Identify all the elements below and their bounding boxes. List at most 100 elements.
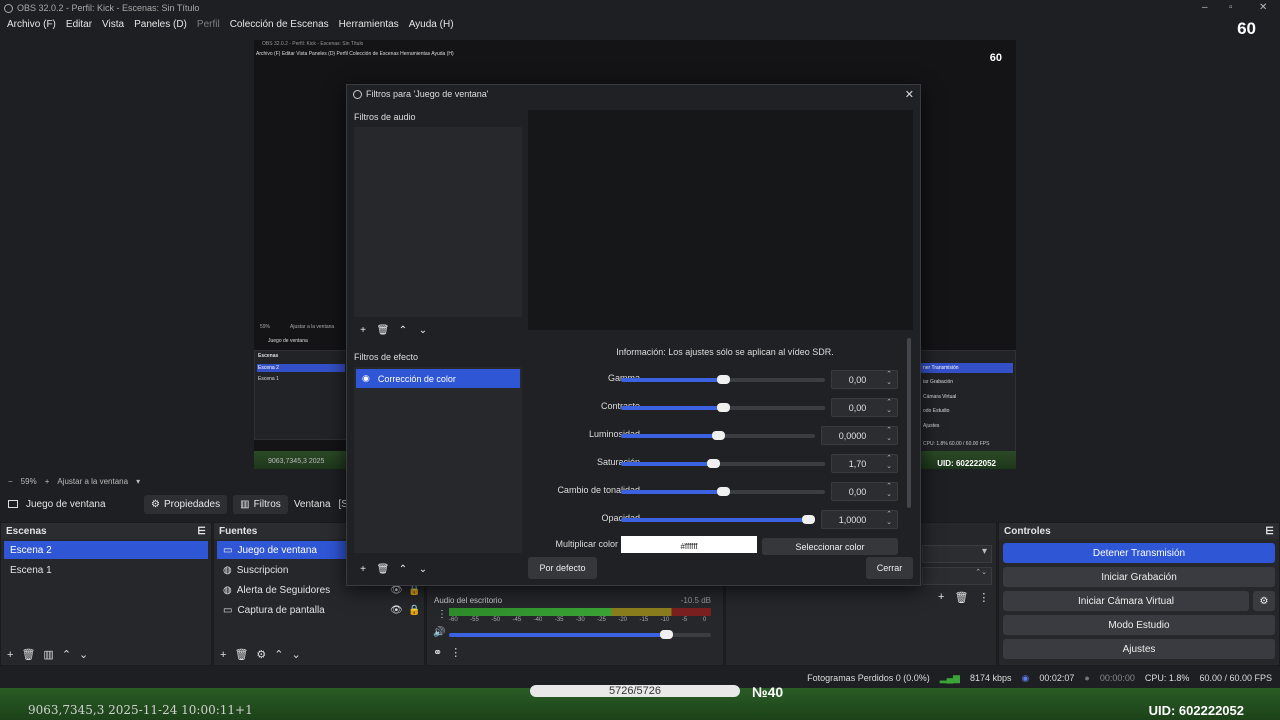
- add-icon[interactable]: +: [220, 649, 226, 661]
- param-spinbox[interactable]: 0,0000 ⌃ ⌄: [821, 426, 898, 445]
- kebab-icon[interactable]: ⋮: [450, 646, 461, 659]
- slider-knob[interactable]: [802, 515, 815, 524]
- arrow-up-icon[interactable]: ⌃: [396, 323, 410, 337]
- arrow-down-icon[interactable]: ⌄: [416, 323, 430, 337]
- close-button[interactable]: Cerrar: [866, 557, 913, 579]
- duration-spin[interactable]: ⌃⌄: [922, 567, 992, 585]
- slider-knob[interactable]: [717, 487, 730, 496]
- trash-icon[interactable]: 🗑: [954, 591, 968, 604]
- filter-icon[interactable]: ▥: [43, 648, 53, 661]
- zoom-out-icon[interactable]: −: [8, 477, 13, 486]
- param-slider[interactable]: [621, 375, 825, 384]
- spin-arrows-icon[interactable]: ⌃ ⌄: [882, 399, 896, 416]
- menu-archivo[interactable]: Archivo (F): [2, 19, 61, 30]
- slider-knob[interactable]: [717, 403, 730, 412]
- spin-arrows-icon[interactable]: ⌃ ⌄: [882, 511, 896, 528]
- minimize-icon[interactable]: –: [1202, 2, 1208, 13]
- spin-arrows-icon[interactable]: ⌃ ⌄: [882, 483, 896, 500]
- kebab-icon[interactable]: ⋮: [437, 609, 447, 620]
- slider-knob[interactable]: [717, 375, 730, 384]
- param-slider[interactable]: [621, 515, 815, 524]
- gear-icon[interactable]: ⚙: [1253, 591, 1275, 611]
- meter-tick-label: -45: [512, 617, 522, 623]
- meter-tick-label: -25: [597, 617, 606, 623]
- trash-icon[interactable]: 🗑: [376, 323, 390, 337]
- arrow-down-icon[interactable]: ⌄: [292, 648, 301, 661]
- add-icon[interactable]: +: [938, 591, 944, 604]
- chevron-down-icon[interactable]: ▾: [136, 477, 140, 486]
- slider-knob[interactable]: [712, 431, 725, 440]
- add-icon[interactable]: +: [356, 562, 370, 576]
- speaker-icon[interactable]: 🔊: [433, 627, 445, 638]
- menu-paneles[interactable]: Paneles (D): [129, 19, 192, 30]
- param-slider[interactable]: [621, 431, 815, 440]
- lock-icon[interactable]: 🔒: [408, 585, 420, 596]
- param-spinbox[interactable]: 0,00 ⌃ ⌄: [831, 398, 898, 417]
- arrow-up-icon[interactable]: ⌃: [396, 562, 410, 576]
- scene-item[interactable]: Escena 1: [4, 561, 208, 579]
- close-icon[interactable]: ✕: [1259, 2, 1267, 13]
- spin-arrows-icon[interactable]: ⌃ ⌄: [882, 371, 896, 388]
- trash-icon[interactable]: 🗑: [21, 648, 35, 661]
- param-spinbox[interactable]: 1,0000 ⌃ ⌄: [821, 510, 898, 529]
- eye-icon[interactable]: 👁: [390, 585, 403, 596]
- maximize-icon[interactable]: ▫: [1229, 2, 1233, 13]
- properties-button[interactable]: ⚙ Propiedades: [144, 494, 228, 514]
- eye-icon[interactable]: ◉: [362, 373, 370, 384]
- spin-arrows-icon[interactable]: ⌃ ⌄: [882, 427, 896, 444]
- gear-icon[interactable]: ⚙: [256, 648, 266, 661]
- scene-item[interactable]: Escena 2: [4, 541, 208, 559]
- trash-icon[interactable]: 🗑: [234, 648, 248, 661]
- dock-menu-icon[interactable]: ⋿: [1265, 526, 1274, 537]
- slider-fill: [621, 406, 723, 410]
- add-icon[interactable]: +: [7, 649, 13, 661]
- arrow-down-icon[interactable]: ⌄: [416, 562, 430, 576]
- eye-icon[interactable]: 👁: [390, 605, 403, 616]
- volume-knob[interactable]: [660, 630, 674, 639]
- menu-editar[interactable]: Editar: [61, 19, 97, 30]
- menu-coleccion-escenas[interactable]: Colección de Escenas: [225, 19, 334, 30]
- menu-perfil[interactable]: Perfil: [192, 19, 225, 30]
- meter-tick-label: -15: [639, 617, 649, 623]
- trash-icon[interactable]: 🗑: [376, 562, 390, 576]
- param-slider[interactable]: [621, 403, 825, 412]
- slider-knob[interactable]: [706, 459, 720, 468]
- close-icon[interactable]: ✕: [905, 88, 914, 101]
- defaults-button[interactable]: Por defecto: [528, 557, 597, 579]
- arrow-down-icon[interactable]: ⌄: [79, 648, 88, 661]
- lock-icon[interactable]: 🔒: [408, 605, 420, 616]
- param-spinbox[interactable]: 0,00 ⌃ ⌄: [831, 370, 898, 389]
- menu-vista[interactable]: Vista: [97, 19, 129, 30]
- arrow-up-icon[interactable]: ⌃: [62, 648, 71, 661]
- param-slider[interactable]: [621, 487, 825, 496]
- add-icon[interactable]: +: [356, 323, 370, 337]
- spin-arrows-icon[interactable]: ⌃ ⌄: [882, 455, 896, 472]
- volume-slider[interactable]: [449, 630, 711, 639]
- zoom-percent[interactable]: 59%: [21, 477, 37, 486]
- zoom-in-icon[interactable]: +: [45, 477, 50, 486]
- start-recording-button[interactable]: Iniciar Grabación: [1003, 567, 1275, 587]
- menu-ayuda[interactable]: Ayuda (H): [404, 19, 459, 30]
- start-virtual-cam-button[interactable]: Iniciar Cámara Virtual: [1003, 591, 1249, 611]
- menu-herramientas[interactable]: Herramientas: [334, 19, 404, 30]
- param-slider[interactable]: [621, 459, 825, 468]
- inner-fps: 60: [989, 52, 1002, 64]
- fit-window-label[interactable]: Ajustar a la ventana: [57, 477, 128, 486]
- inner-scene-2: Escena 1: [258, 376, 279, 382]
- filters-button[interactable]: ▥ Filtros: [233, 494, 288, 514]
- param-spinbox[interactable]: 0,00 ⌃ ⌄: [831, 482, 898, 501]
- kebab-icon[interactable]: ⋮: [978, 591, 989, 604]
- link-icon[interactable]: ⚭: [433, 646, 442, 659]
- stop-streaming-button[interactable]: Detener Transmisión: [1003, 543, 1275, 563]
- effect-filter-item[interactable]: ◉ Corrección de color: [356, 369, 520, 388]
- studio-mode-button[interactable]: Modo Estudio: [1003, 615, 1275, 635]
- settings-button[interactable]: Ajustes: [1003, 639, 1275, 659]
- color-swatch[interactable]: #ffffff: [621, 536, 757, 553]
- select-color-button[interactable]: Seleccionar color: [762, 538, 898, 555]
- transition-select[interactable]: ▾: [922, 545, 992, 563]
- dock-menu-icon[interactable]: ⋿: [197, 526, 206, 537]
- source-item[interactable]: ▭ Captura de pantalla 👁 🔒: [217, 601, 421, 619]
- arrow-up-icon[interactable]: ⌃: [274, 648, 283, 661]
- audio-filters-list[interactable]: [354, 127, 522, 317]
- param-spinbox[interactable]: 1,70 ⌃ ⌄: [831, 454, 898, 473]
